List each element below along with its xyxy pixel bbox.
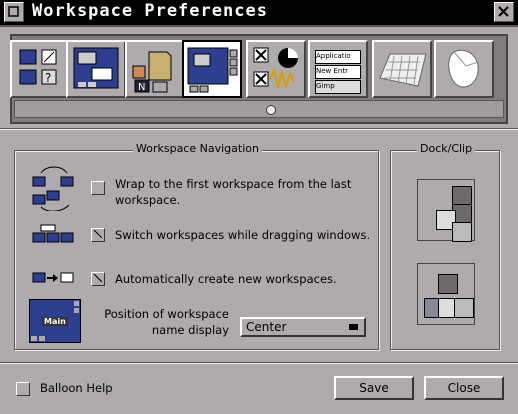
switch-while-dragging-label: Switch workspaces while dragging windows… <box>115 228 371 242</box>
window-handling-icon: ? <box>19 49 57 85</box>
folder-icon: N <box>132 51 172 93</box>
auto-create-label: Automatically create new workspaces. <box>115 272 337 286</box>
mouse-icon <box>448 49 479 88</box>
svg-text:N: N <box>138 82 145 93</box>
dock-preview[interactable] <box>417 179 475 242</box>
wrap-workspace-icon <box>32 166 74 211</box>
window-focus-tile[interactable] <box>66 40 126 98</box>
balloon-help-label: Balloon Help <box>40 381 113 395</box>
window-title: Workspace Preferences <box>32 1 268 21</box>
close-button[interactable]: Close <box>424 376 504 400</box>
balloon-help-checkbox[interactable] <box>16 382 30 396</box>
dock-clip-title: Dock/Clip <box>417 142 476 155</box>
workspace-navigation-title: Workspace Navigation <box>133 142 262 155</box>
top-divider <box>0 128 518 130</box>
workspace-icon <box>187 47 238 93</box>
workspace-navigation-group: Workspace Navigation Wrap to the first w… <box>14 142 379 350</box>
auto-create-icon <box>32 272 74 283</box>
close-icon <box>498 6 509 17</box>
save-button[interactable]: Save <box>334 376 414 400</box>
gimp-entry: Gimp <box>315 80 361 94</box>
bottom-divider <box>0 362 518 364</box>
position-value: Center <box>246 320 287 334</box>
miniaturize-button[interactable] <box>4 2 24 22</box>
other-preferences-icon <box>253 47 298 90</box>
scroll-knob[interactable] <box>266 105 276 115</box>
close-window-button[interactable] <box>494 2 514 22</box>
dropdown-arrow-icon <box>349 324 358 330</box>
workspace-preferences-tile[interactable] <box>182 40 242 98</box>
drag-switch-icon <box>32 224 74 243</box>
dock-clip-group: Dock/Clip <box>390 142 500 350</box>
applications-field: Applicatio <box>315 50 361 64</box>
miniaturize-icon <box>8 6 19 17</box>
preferences-icon-strip: ? N Applicatio New Entr Gimp <box>10 34 508 124</box>
switch-while-dragging-checkbox[interactable] <box>91 228 105 242</box>
position-dropdown[interactable]: Center <box>240 317 366 337</box>
icon-strip-scrollbar[interactable] <box>14 100 504 118</box>
clip-preview[interactable] <box>417 263 475 325</box>
keyboard-shortcuts-tile[interactable] <box>372 40 432 98</box>
application-paths-tile[interactable]: Applicatio New Entr Gimp <box>308 40 368 98</box>
wrap-workspaces-checkbox[interactable] <box>91 181 105 195</box>
auto-create-checkbox[interactable] <box>91 272 105 286</box>
wrap-workspaces-label: Wrap to the first workspace from the las… <box>115 177 352 207</box>
window-focus-icon <box>73 47 119 89</box>
menu-preferences-tile[interactable]: N <box>125 40 185 98</box>
position-label: Position of workspace name display <box>104 307 229 337</box>
mouse-preferences-tile[interactable] <box>434 40 494 98</box>
other-preferences-tile[interactable] <box>246 40 306 98</box>
keyboard-icon <box>379 53 427 87</box>
workspace-name-preview: Main <box>29 299 81 343</box>
new-entry-field: New Entr <box>315 65 361 79</box>
window-handling-tile[interactable]: ? <box>10 40 70 98</box>
svg-text:?: ? <box>45 71 51 85</box>
workspace-name-text: Main <box>42 317 68 326</box>
title-bar[interactable]: Workspace Preferences <box>0 0 518 27</box>
